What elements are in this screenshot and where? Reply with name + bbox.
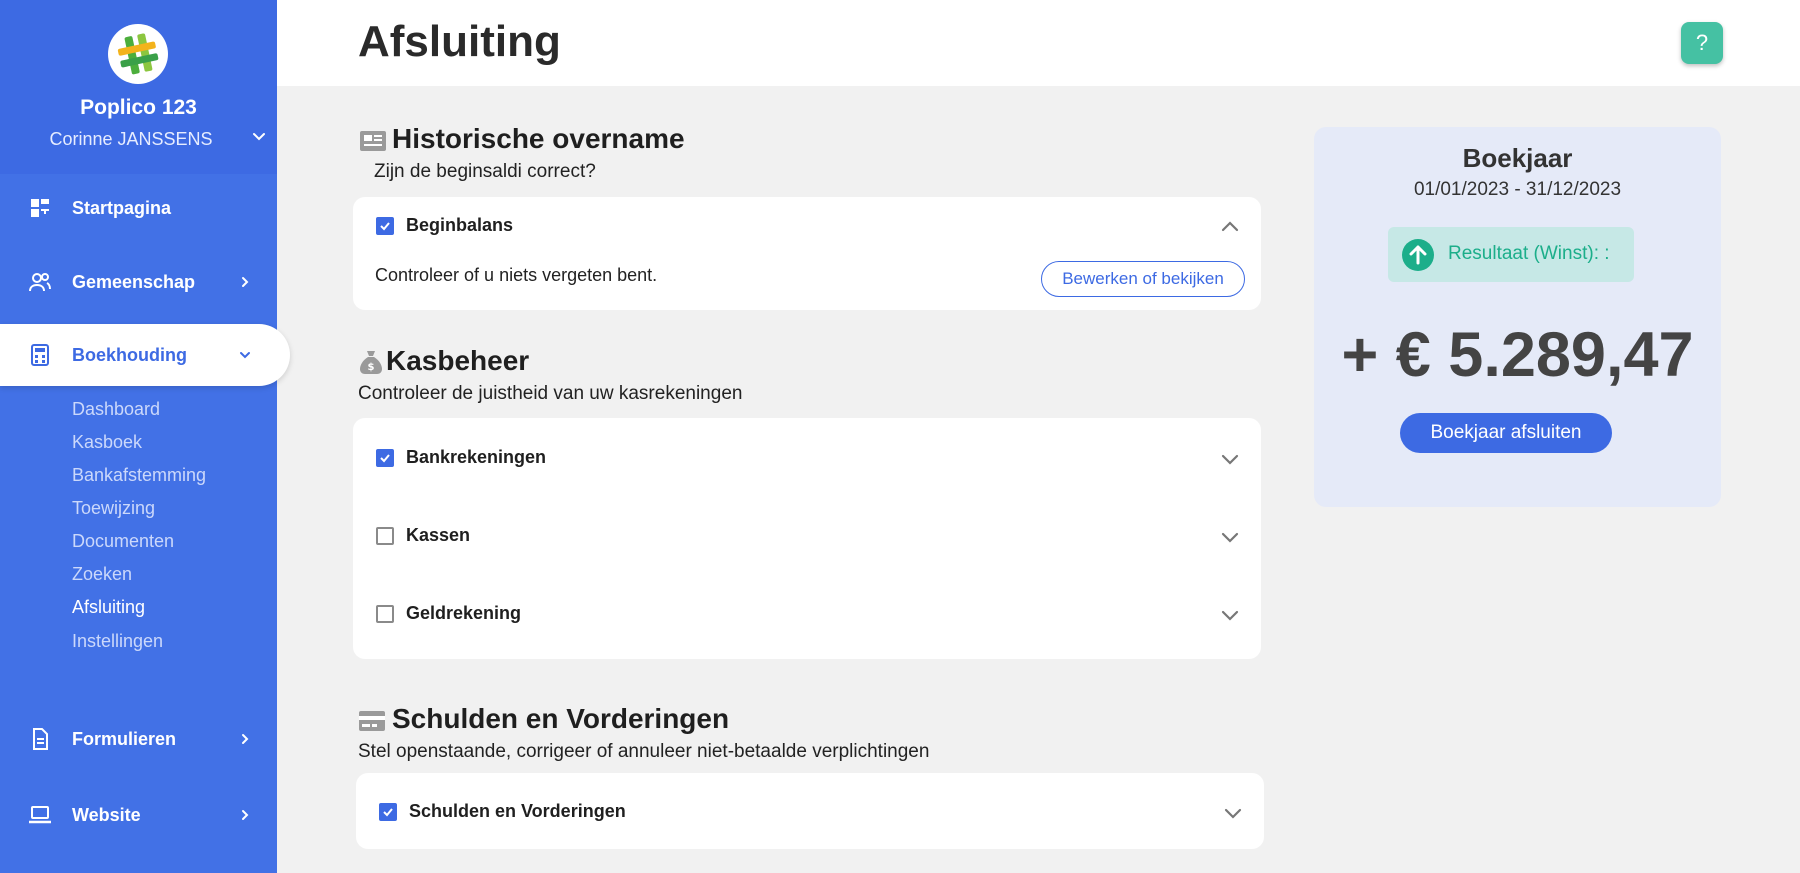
geldrekening-checkbox[interactable] [376, 605, 394, 623]
section-subtitle-historical: Zijn de beginsaldi correct? [374, 161, 596, 182]
historical-hint: Controleer of u niets vergeten bent. [375, 265, 658, 285]
sub-item-bankafstemming[interactable]: Bankafstemming [72, 465, 206, 486]
calculator-icon [31, 344, 49, 366]
arrow-up-circle-icon [1402, 239, 1434, 271]
newspaper-icon [360, 131, 386, 151]
row-debts[interactable]: Schulden en Vorderingen [356, 792, 1264, 832]
nav-item-forms[interactable]: Formulieren [0, 708, 277, 770]
chevron-right-icon [242, 277, 249, 287]
section-title-cash: Kasbeheer [386, 345, 530, 376]
result-amount: + € 5.289,47 [1341, 320, 1694, 390]
nav-item-community[interactable]: Gemeenschap [0, 251, 277, 313]
check-icon [380, 222, 390, 231]
svg-text:$: $ [368, 362, 375, 373]
fiscal-year-title: Boekjaar [1462, 143, 1573, 173]
credit-card-icon [359, 711, 385, 731]
sub-item-toewijzing[interactable]: Toewijzing [72, 498, 155, 519]
chevron-down-icon[interactable] [1219, 448, 1241, 470]
org-name: Poplico 123 [80, 96, 197, 119]
sub-item-afsluiting[interactable]: Afsluiting [72, 597, 145, 618]
row-bankrekeningen[interactable]: Bankrekeningen [353, 438, 1261, 478]
nav-label-forms: Formulieren [72, 728, 177, 749]
result-badge: Resultaat (Winst): : [1388, 227, 1634, 282]
check-icon [380, 454, 390, 463]
row-kassen[interactable]: Kassen [353, 516, 1261, 556]
beginbalans-checkbox[interactable] [376, 217, 394, 235]
chevron-down-icon [240, 352, 250, 359]
bankrekeningen-checkbox[interactable] [376, 449, 394, 467]
chevron-down-icon[interactable] [250, 128, 268, 146]
edit-or-view-button[interactable]: Bewerken of bekijken [1041, 261, 1245, 297]
kassen-checkbox[interactable] [376, 527, 394, 545]
chevron-down-icon[interactable] [1222, 802, 1244, 824]
close-fiscal-year-button[interactable]: Boekjaar afsluiten [1400, 413, 1612, 453]
fiscal-year-panel: Boekjaar 01/01/2023 - 31/12/2023 Resulta… [1314, 127, 1721, 507]
laptop-icon [29, 806, 51, 824]
nav-item-website[interactable]: Website [0, 784, 277, 846]
row-label-debts: Schulden en Vorderingen [409, 801, 626, 821]
sub-item-documenten[interactable]: Documenten [72, 531, 174, 552]
card-historical: Beginbalans Controleer of u niets verget… [353, 197, 1261, 310]
nav-label-accounting: Boekhouding [72, 344, 187, 365]
dashboard-icon [31, 199, 49, 217]
sub-item-zoeken[interactable]: Zoeken [72, 564, 132, 585]
chevron-up-icon[interactable] [1219, 216, 1241, 238]
check-icon [383, 808, 393, 817]
sub-item-kasboek[interactable]: Kasboek [72, 432, 142, 453]
card-cash: Bankrekeningen Kassen Geldrekening [353, 418, 1261, 659]
nav-label-website: Website [72, 804, 141, 825]
chevron-down-icon[interactable] [1219, 604, 1241, 626]
sidebar: Poplico 123 Corinne JANSSENS Startpagina… [0, 0, 290, 873]
chevron-right-icon [242, 810, 249, 820]
sub-item-instellingen[interactable]: Instellingen [72, 631, 163, 652]
sidebar-header: Poplico 123 Corinne JANSSENS [0, 0, 277, 174]
fiscal-year-range: 01/01/2023 - 31/12/2023 [1413, 179, 1622, 200]
section-title-debts: Schulden en Vorderingen [392, 703, 730, 734]
result-label: Resultaat (Winst): : [1448, 243, 1610, 264]
hashtag-logo-icon [117, 33, 159, 75]
row-label-geldrekening: Geldrekening [406, 603, 522, 623]
section-subtitle-debts: Stel openstaande, corrigeer of annuleer … [358, 741, 930, 762]
help-button[interactable]: ? [1681, 22, 1723, 64]
row-label-beginbalans: Beginbalans [406, 215, 514, 235]
debts-checkbox[interactable] [379, 803, 397, 821]
chevron-right-icon [242, 734, 249, 744]
users-icon [29, 273, 51, 292]
sub-item-dashboard[interactable]: Dashboard [72, 399, 160, 420]
row-beginbalans[interactable]: Beginbalans [353, 206, 1261, 246]
section-subtitle-cash: Controleer de juistheid van uw kasrekeni… [358, 383, 743, 404]
page-title: Afsluiting [358, 17, 561, 66]
document-icon [33, 728, 48, 750]
nav-label-home: Startpagina [72, 197, 172, 218]
row-label-kassen: Kassen [406, 525, 471, 545]
page-header: Afsluiting ? [277, 0, 1800, 86]
nav-item-accounting[interactable]: Boekhouding [0, 324, 290, 386]
nav-item-home[interactable]: Startpagina [0, 177, 277, 239]
row-geldrekening[interactable]: Geldrekening [353, 594, 1261, 634]
user-name[interactable]: Corinne JANSSENS [0, 129, 277, 150]
chevron-down-icon[interactable] [1219, 526, 1241, 548]
nav-label-community: Gemeenschap [72, 271, 196, 292]
row-label-bankrekeningen: Bankrekeningen [406, 447, 547, 467]
money-bag-icon: $ [360, 351, 382, 374]
org-logo[interactable] [108, 24, 168, 84]
card-debts: Schulden en Vorderingen [356, 773, 1264, 849]
section-title-historical: Historische overname [392, 123, 685, 154]
